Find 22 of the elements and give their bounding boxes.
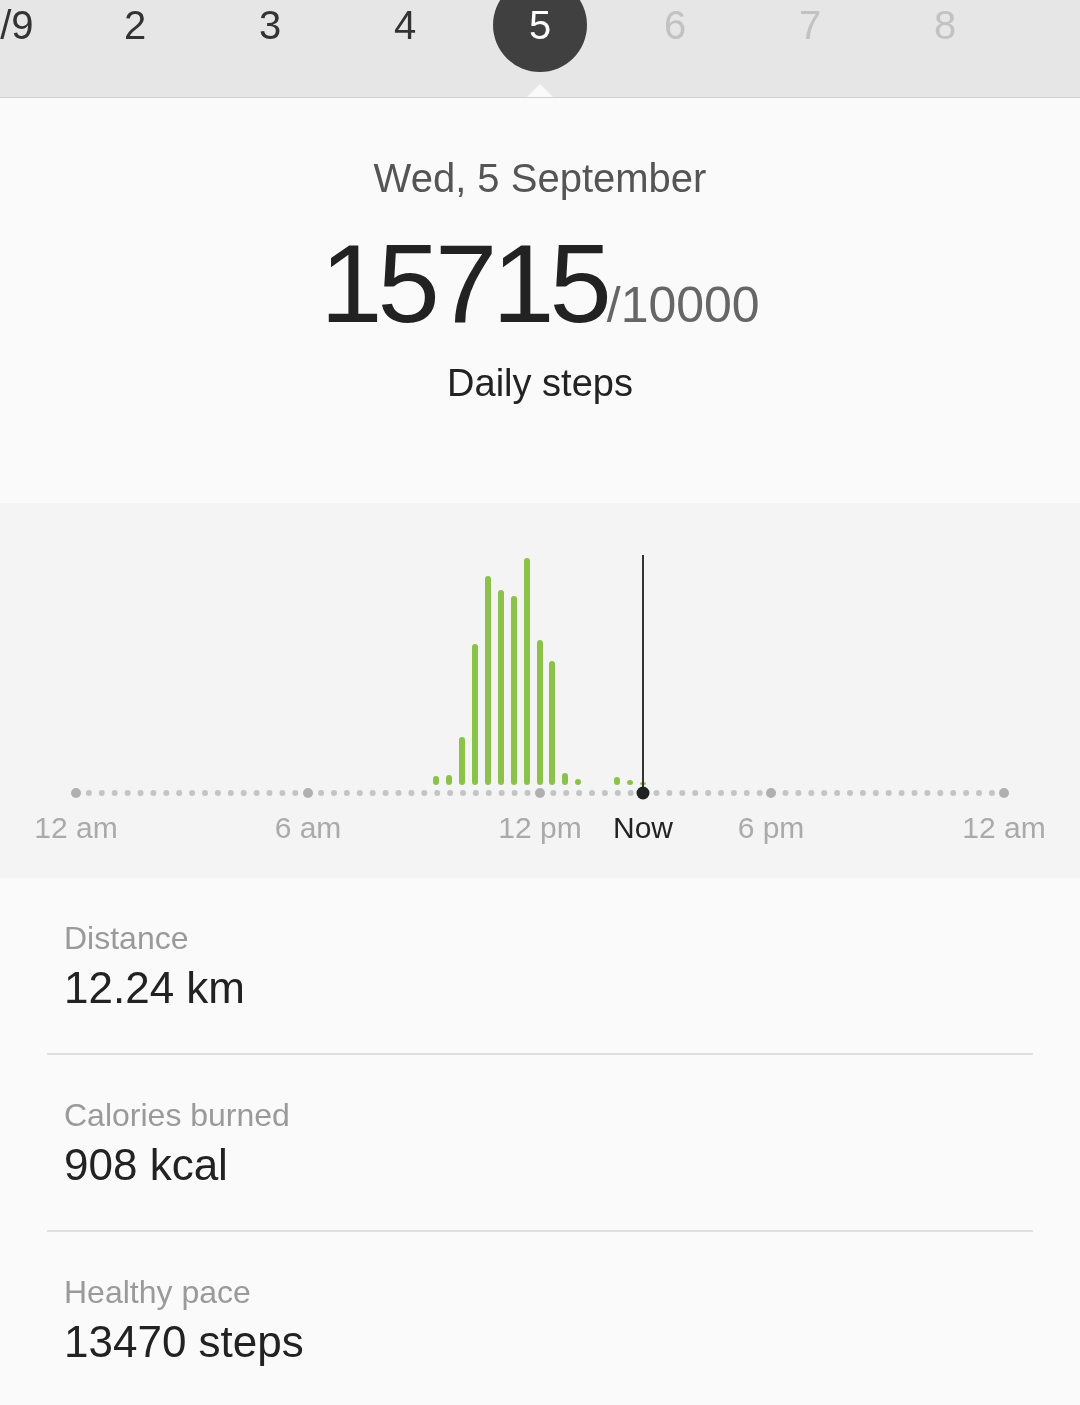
date-item[interactable]: 4	[358, 0, 452, 72]
axis-label: 6 pm	[737, 811, 805, 844]
date-item[interactable]: 3	[223, 0, 317, 72]
stat-label: Healthy pace	[64, 1274, 252, 1311]
step-count: 15715	[320, 220, 607, 348]
pointer-notch	[526, 84, 554, 97]
date-item[interactable]: 5	[493, 0, 587, 72]
date-item[interactable]: /9	[0, 0, 34, 72]
date-item[interactable]: 2	[88, 0, 182, 72]
axis-label: 12 am	[34, 811, 118, 844]
axis-label: Now	[613, 811, 673, 844]
steps-caption: Daily steps	[447, 362, 633, 405]
stat-label: Calories burned	[64, 1097, 291, 1134]
axis-label: 12 pm	[498, 811, 582, 844]
step-goal: /10000	[606, 277, 760, 334]
axis-label: 6 am	[274, 811, 342, 844]
date-title: Wed, 5 September	[373, 156, 707, 201]
stat-label: Distance	[64, 920, 190, 957]
stat-value: 12.24 km	[64, 963, 246, 1013]
axis-label: 12 am	[962, 811, 1046, 844]
stat-value: 908 kcal	[64, 1140, 229, 1190]
stat-value: 13470 steps	[64, 1317, 305, 1367]
